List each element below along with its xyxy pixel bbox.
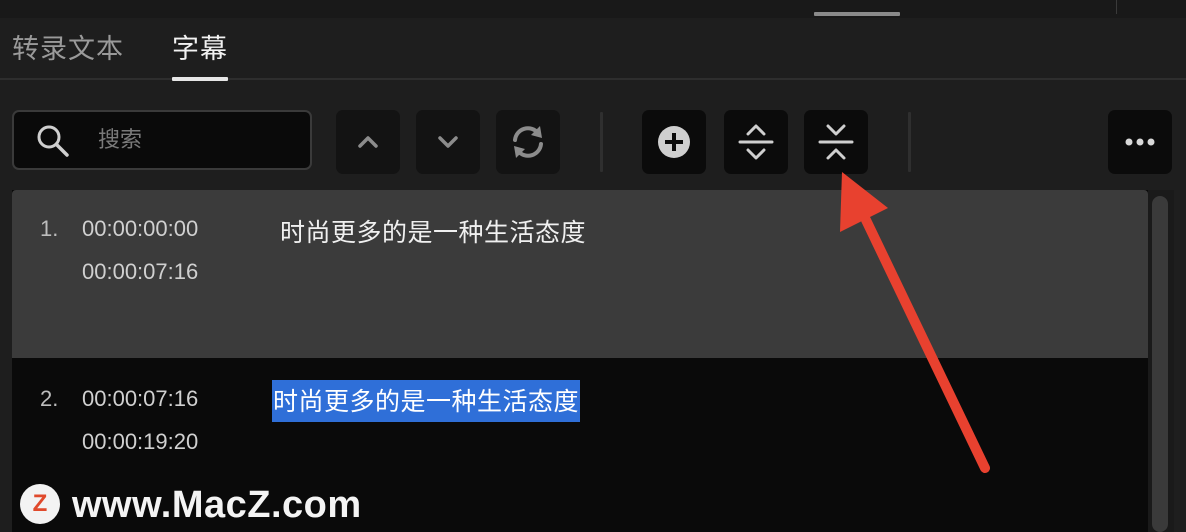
split-caption-icon (738, 124, 774, 160)
top-divider (1116, 0, 1117, 14)
watermark-logo-letter: Z (32, 490, 48, 517)
watermark-logo: Z (20, 484, 60, 524)
caption-text[interactable]: 时尚更多的是一种生活态度 (280, 213, 586, 249)
caption-out-time[interactable]: 00:00:19:20 (82, 429, 198, 455)
active-panel-indicator (814, 12, 900, 16)
plus-circle-icon (658, 126, 690, 158)
caption-out-time[interactable]: 00:00:07:16 (82, 259, 198, 285)
sync-button[interactable] (496, 110, 560, 174)
tab-captions[interactable]: 字幕 (172, 32, 228, 81)
refresh-icon (513, 126, 543, 158)
caption-in-time[interactable]: 00:00:00:00 (82, 216, 198, 242)
previous-caption-button[interactable] (336, 110, 400, 174)
toolbar-divider (908, 112, 911, 172)
top-strip (0, 0, 1186, 18)
search-placeholder: 搜索 (98, 127, 143, 152)
caption-index: 2. (40, 386, 59, 411)
scrollbar-thumb[interactable] (1152, 196, 1168, 532)
scrollbar[interactable] (1148, 190, 1174, 532)
tab-transcript[interactable]: 转录文本 (12, 32, 124, 66)
more-horizontal-icon (1125, 138, 1155, 146)
caption-in-time[interactable]: 00:00:07:16 (82, 386, 198, 412)
chevron-up-icon (358, 136, 378, 148)
toolbar-divider (600, 112, 603, 172)
merge-caption-icon (818, 124, 854, 160)
chevron-down-icon (438, 136, 458, 148)
captions-panel: 转录文本 字幕 搜索 1. 00:00:00:00 00:00:07:16 时尚… (0, 0, 1186, 532)
panel-tabs: 转录文本 字幕 (0, 18, 1186, 81)
next-caption-button[interactable] (416, 110, 480, 174)
add-caption-button[interactable] (642, 110, 706, 174)
watermark-text: www.MacZ.com (72, 484, 362, 526)
caption-index: 1. (40, 216, 59, 241)
caption-text-selected[interactable]: 时尚更多的是一种生活态度 (272, 380, 581, 422)
more-options-button[interactable] (1108, 110, 1172, 174)
caption-row[interactable]: 1. 00:00:00:00 00:00:07:16 时尚更多的是一种生活态度 (12, 190, 1148, 358)
search-icon (37, 125, 69, 157)
caption-list: 1. 00:00:00:00 00:00:07:16 时尚更多的是一种生活态度 … (12, 190, 1174, 532)
search-field[interactable]: 搜索 (12, 110, 312, 170)
merge-caption-button[interactable] (804, 110, 868, 174)
split-caption-button[interactable] (724, 110, 788, 174)
